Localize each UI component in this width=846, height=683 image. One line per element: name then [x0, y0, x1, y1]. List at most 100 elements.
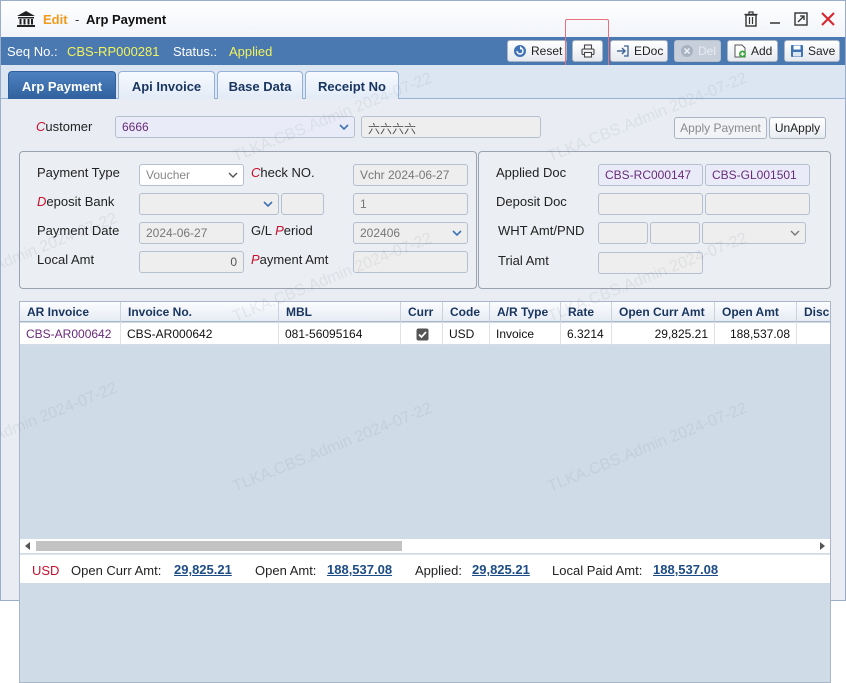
payment-type-select[interactable]: Voucher — [139, 164, 244, 186]
cell-invoice-no: CBS-AR000642 — [121, 323, 279, 345]
add-button[interactable]: Add — [727, 40, 778, 62]
window-title: Arp Payment — [86, 12, 167, 27]
applied-doc-field-2[interactable]: CBS-GL001501 — [705, 164, 810, 186]
title-bar: Edit - Arp Payment — [1, 1, 845, 37]
maximize-icon[interactable] — [793, 11, 809, 27]
delete-circle-icon — [681, 45, 693, 57]
local-paid-amt-value[interactable]: 188,537.08 — [653, 562, 718, 577]
status-label: Status.: — [173, 44, 218, 59]
seq-no-value: CBS-RP000281 — [67, 44, 160, 59]
applied-doc-field-1[interactable]: CBS-RC000147 — [598, 164, 703, 186]
check-no-value: Vchr 2024-06-27 — [360, 168, 450, 182]
local-paid-amt-label: Local Paid Amt: — [552, 563, 643, 578]
chevron-down-icon — [339, 124, 349, 131]
col-disc[interactable]: Disc — [797, 302, 830, 322]
add-label: Add — [751, 44, 773, 58]
scroll-left-icon[interactable] — [24, 542, 32, 550]
col-rate[interactable]: Rate — [561, 302, 612, 322]
scroll-right-icon[interactable] — [818, 542, 826, 550]
gl-period-select[interactable]: 202406 — [353, 222, 468, 244]
col-code[interactable]: Code — [443, 302, 490, 322]
payment-date-field[interactable]: 2024-06-27 — [139, 222, 244, 244]
save-button[interactable]: Save — [784, 40, 840, 62]
deposit-bank-select[interactable] — [139, 193, 279, 215]
col-ar-type[interactable]: A/R Type — [490, 302, 561, 322]
payment-amt-field[interactable] — [353, 251, 468, 273]
customer-label: Customer — [36, 119, 93, 134]
col-invoice-no[interactable]: Invoice No. — [121, 302, 279, 322]
wht-amt-label: WHT Amt/PND — [498, 223, 585, 238]
trash-icon[interactable] — [743, 11, 759, 27]
cell-rate: 6.3214 — [561, 323, 612, 345]
chevron-down-icon — [452, 230, 462, 237]
open-curr-amt-label: Open Curr Amt: — [71, 563, 162, 578]
tab-receipt-no[interactable]: Receipt No — [305, 71, 399, 100]
open-curr-amt-value[interactable]: 29,825.21 — [174, 562, 232, 577]
applied-doc-label: Applied Doc — [496, 165, 567, 180]
deposit-bank-extra-field[interactable] — [281, 193, 324, 215]
wht-amt-field[interactable] — [598, 222, 648, 244]
payment-type-label: Payment Type — [37, 165, 120, 180]
customer-code-select[interactable]: 6666 — [115, 116, 355, 138]
applied-label: Applied: — [415, 563, 462, 578]
arp-payment-panel: Customer 6666 六六六六 Apply Payment UnApply… — [0, 70, 845, 683]
scrollbar-thumb[interactable] — [36, 541, 402, 551]
applied-doc-value-1: CBS-RC000147 — [605, 168, 692, 182]
chevron-down-icon — [228, 172, 238, 178]
save-label: Save — [808, 44, 836, 58]
payment-date-label: Payment Date — [37, 223, 120, 238]
payment-amt-label: Payment Amt — [251, 252, 329, 267]
col-open-curr-amt[interactable]: Open Curr Amt — [612, 302, 715, 322]
title-separator: - — [75, 12, 80, 27]
table-row[interactable]: CBS-AR000642 CBS-AR000642 081-56095164 U… — [20, 323, 830, 345]
apply-payment-button[interactable]: Apply Payment — [674, 117, 767, 139]
payment-type-value: Voucher — [146, 168, 191, 182]
checkbox-checked-icon[interactable] — [416, 328, 429, 341]
cell-curr[interactable] — [401, 323, 443, 345]
close-icon[interactable] — [820, 11, 836, 27]
deposit-doc-field-2[interactable] — [705, 193, 810, 215]
customer-name-value: 六六六六 — [368, 122, 417, 136]
cell-disc — [797, 323, 830, 345]
wht-pnd-field[interactable] — [650, 222, 700, 244]
horizontal-scrollbar[interactable] — [20, 539, 830, 553]
grid-header: AR Invoice Invoice No. MBL Curr Code A/R… — [20, 302, 830, 322]
tab-base-data[interactable]: Base Data — [217, 71, 303, 100]
unapply-button[interactable]: UnApply — [769, 117, 826, 139]
login-arrow-icon — [617, 45, 629, 57]
check-no-field[interactable]: Vchr 2024-06-27 — [353, 164, 468, 186]
tab-api-invoice[interactable]: Api Invoice — [118, 71, 215, 100]
edoc-button[interactable]: EDoc — [610, 40, 668, 62]
wht-type-select[interactable] — [702, 222, 806, 244]
delete-label: Del — [698, 44, 717, 58]
applied-value[interactable]: 29,825.21 — [472, 562, 530, 577]
footer-currency: USD — [32, 563, 60, 578]
cell-open-amt: 188,537.08 — [715, 323, 797, 345]
reset-button[interactable]: Reset — [507, 40, 567, 62]
tab-arp-payment[interactable]: Arp Payment — [8, 71, 116, 100]
trial-amt-field[interactable] — [598, 252, 703, 274]
local-amt-label: Local Amt — [37, 252, 95, 267]
status-value: Applied — [229, 44, 273, 59]
edit-mode-label: Edit — [43, 12, 68, 27]
col-curr[interactable]: Curr — [401, 302, 443, 322]
add-document-icon — [734, 44, 746, 58]
seq-no-label: Seq No.: — [7, 44, 58, 59]
deposit-bank-label: Deposit Bank — [37, 194, 115, 209]
col-open-amt[interactable]: Open Amt — [715, 302, 797, 322]
open-amt-value[interactable]: 188,537.08 — [327, 562, 392, 577]
customer-name-field: 六六六六 — [361, 116, 541, 138]
local-amt-field[interactable]: 0 — [139, 251, 244, 273]
check-no-label: Check NO. — [251, 165, 315, 180]
minimize-icon[interactable] — [767, 11, 783, 27]
gl-period-value: 202406 — [360, 226, 401, 240]
cell-ar-invoice[interactable]: CBS-AR000642 — [20, 323, 121, 345]
invoice-grid: AR Invoice Invoice No. MBL Curr Code A/R… — [19, 301, 831, 683]
deposit-doc-field-1[interactable] — [598, 193, 703, 215]
refresh-icon — [514, 45, 526, 57]
deposit-bank-seq-field[interactable]: 1 — [353, 193, 468, 215]
col-ar-invoice[interactable]: AR Invoice — [20, 302, 121, 322]
col-mbl[interactable]: MBL — [279, 302, 401, 322]
cell-open-curr-amt: 29,825.21 — [612, 323, 715, 345]
delete-button[interactable]: Del — [674, 40, 721, 62]
